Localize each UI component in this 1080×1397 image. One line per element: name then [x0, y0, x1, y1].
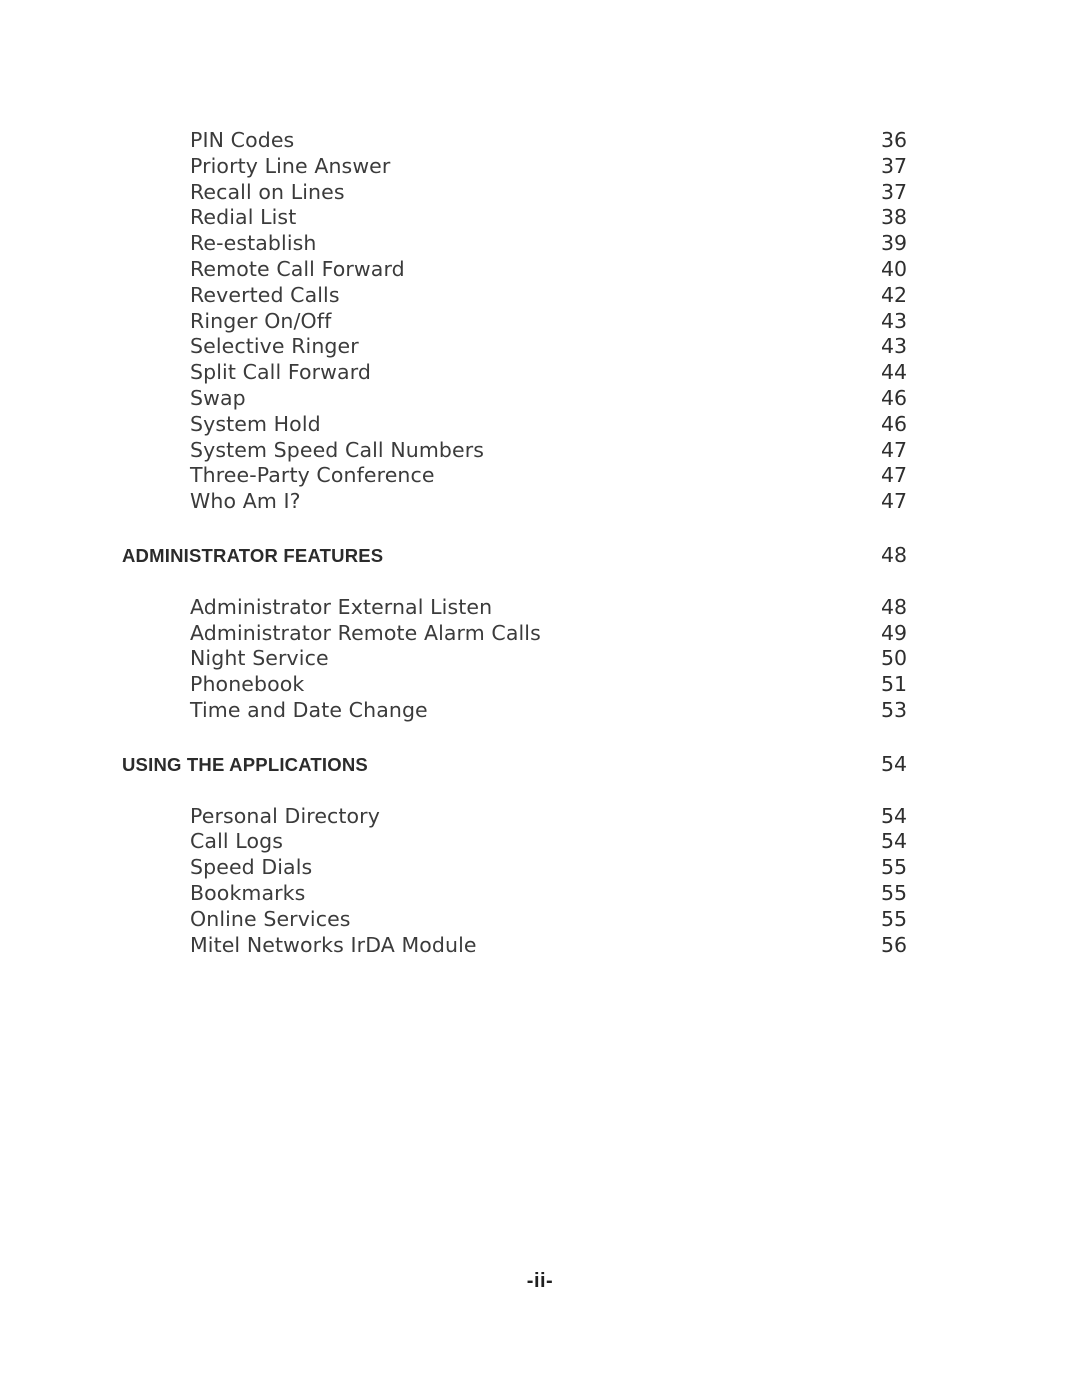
toc-entry-label: PIN Codes	[190, 128, 295, 152]
toc-section-page-number: 54	[881, 751, 908, 776]
toc-entry-label: Call Logs	[190, 829, 283, 854]
toc-spacer	[0, 515, 1080, 543]
toc-entry[interactable]: Ringer On/Off 43	[0, 309, 1080, 335]
toc-entry-page-number: 36	[881, 128, 908, 152]
toc-entry-page-number: 37	[881, 179, 908, 204]
toc-entry-page-number: 43	[881, 308, 908, 333]
toc-entry-page-number: 55	[881, 880, 908, 905]
toc-section-title: ADMINISTRATOR FEATURES	[122, 544, 384, 566]
toc-entry-page-number: 44	[881, 360, 908, 385]
toc-entry[interactable]: Recall on Lines 37	[0, 180, 1080, 206]
toc-entry-page-number: 47	[881, 437, 908, 462]
toc-entry-label: Recall on Lines	[190, 179, 345, 204]
toc-entry-page-number: 40	[881, 256, 908, 281]
toc-entry[interactable]: Administrator External Listen 48	[0, 595, 1080, 621]
page-folio: -ii-	[526, 1270, 554, 1292]
toc-entry[interactable]: Bookmarks 55	[0, 881, 1080, 907]
toc-entry[interactable]: Redial List 38	[0, 205, 1080, 231]
toc-entry[interactable]: Priorty Line Answer 37	[0, 154, 1080, 180]
toc-entry-page-number: 47	[881, 463, 908, 488]
toc-entry-page-number: 54	[881, 803, 908, 828]
toc-entry-label: Time and Date Change	[190, 697, 428, 722]
toc-entry-page-number: 46	[881, 411, 908, 436]
toc-entry-label: Who Am I?	[190, 489, 301, 514]
toc-entry-label: Speed Dials	[190, 855, 313, 880]
toc-entry-page-number: 51	[881, 672, 908, 697]
toc-entry[interactable]: Online Services 55	[0, 907, 1080, 933]
toc-entry-page-number: 38	[881, 205, 908, 230]
toc-spacer	[0, 724, 1080, 752]
toc-section-heading[interactable]: USING THE APPLICATIONS 54	[0, 752, 1080, 778]
toc-entry[interactable]: Reverted Calls 42	[0, 283, 1080, 309]
toc-entry-label: Split Call Forward	[190, 360, 371, 385]
toc-entry-label: Phonebook	[190, 672, 305, 697]
toc-entry-label: Personal Directory	[190, 803, 380, 828]
toc-entry-label: Remote Call Forward	[190, 256, 405, 281]
toc-entry-page-number: 39	[881, 231, 908, 256]
toc-entry[interactable]: Call Logs 54	[0, 829, 1080, 855]
toc-entry-label: Administrator Remote Alarm Calls	[190, 620, 541, 645]
toc-entry[interactable]: Time and Date Change 53	[0, 698, 1080, 724]
toc-entry-label: Priorty Line Answer	[190, 153, 391, 178]
toc-entry[interactable]: PIN Codes 36	[0, 128, 1080, 154]
toc-entry-label: Mitel Networks IrDA Module	[190, 932, 477, 957]
toc-spacer	[0, 778, 1080, 804]
toc-section-title: USING THE APPLICATIONS	[122, 753, 368, 775]
toc-entry[interactable]: Mitel Networks IrDA Module 56	[0, 933, 1080, 959]
toc-entry-group: Administrator External Listen 48 Administr…	[0, 595, 1080, 724]
toc-entry-page-number: 50	[881, 646, 908, 671]
toc-entry[interactable]: System Hold 46	[0, 412, 1080, 438]
document-page: PIN Codes 36 Priorty Line Answer 37 Recall o…	[0, 0, 1080, 1397]
toc-spacer	[0, 569, 1080, 595]
toc-entry-page-number: 46	[881, 385, 908, 410]
toc-entry-page-number: 56	[881, 932, 908, 957]
toc-entry-label: Redial List	[190, 205, 297, 230]
toc-entry-page-number: 55	[881, 906, 908, 931]
toc-entry-page-number: 54	[881, 829, 908, 854]
page-footer: -ii-	[0, 1270, 1080, 1293]
toc-entry-label: Night Service	[190, 646, 329, 671]
toc-entry[interactable]: Selective Ringer 43	[0, 334, 1080, 360]
toc-entry-label: Ringer On/Off	[190, 308, 332, 333]
toc-entry-page-number: 48	[881, 594, 908, 619]
toc-entry-label: Swap	[190, 385, 246, 410]
toc-entry[interactable]: Personal Directory 54	[0, 804, 1080, 830]
toc-entry[interactable]: System Speed Call Numbers 47	[0, 438, 1080, 464]
toc-entry[interactable]: Speed Dials 55	[0, 855, 1080, 881]
toc-entry-label: Online Services	[190, 906, 351, 931]
toc-entry-page-number: 47	[881, 489, 908, 514]
toc-entry-page-number: 43	[881, 334, 908, 359]
toc-entry-label: Three-Party Conference	[190, 463, 435, 488]
toc-entry-group: Personal Directory 54 Call Logs 54 Speed Dia…	[0, 804, 1080, 959]
toc-entry-page-number: 37	[881, 153, 908, 178]
toc-entry-label: Bookmarks	[190, 880, 306, 905]
toc-entry-page-number: 42	[881, 282, 908, 307]
toc-entry-label: Administrator External Listen	[190, 594, 493, 619]
toc-entry-label: System Speed Call Numbers	[190, 437, 485, 462]
toc-section-heading[interactable]: ADMINISTRATOR FEATURES 48	[0, 543, 1080, 569]
toc-entry[interactable]: Swap 46	[0, 386, 1080, 412]
table-of-contents: PIN Codes 36 Priorty Line Answer 37 Recall o…	[0, 128, 1080, 958]
toc-entry[interactable]: Three-Party Conference 47	[0, 463, 1080, 489]
toc-entry-page-number: 53	[881, 697, 908, 722]
toc-entry[interactable]: Who Am I? 47	[0, 489, 1080, 515]
toc-entry-label: System Hold	[190, 411, 321, 436]
toc-entry-label: Selective Ringer	[190, 334, 359, 359]
toc-section-page-number: 48	[881, 542, 908, 567]
toc-entry-group: PIN Codes 36 Priorty Line Answer 37 Recall o…	[0, 128, 1080, 515]
toc-entry-page-number: 55	[881, 855, 908, 880]
toc-entry[interactable]: Administrator Remote Alarm Calls 49	[0, 621, 1080, 647]
toc-entry[interactable]: Split Call Forward 44	[0, 360, 1080, 386]
toc-entry[interactable]: Phonebook 51	[0, 672, 1080, 698]
toc-entry[interactable]: Remote Call Forward 40	[0, 257, 1080, 283]
toc-entry-label: Re-establish	[190, 231, 317, 256]
toc-entry[interactable]: Night Service 50	[0, 646, 1080, 672]
toc-entry[interactable]: Re-establish 39	[0, 231, 1080, 257]
toc-entry-page-number: 49	[881, 620, 908, 645]
toc-entry-label: Reverted Calls	[190, 282, 340, 307]
